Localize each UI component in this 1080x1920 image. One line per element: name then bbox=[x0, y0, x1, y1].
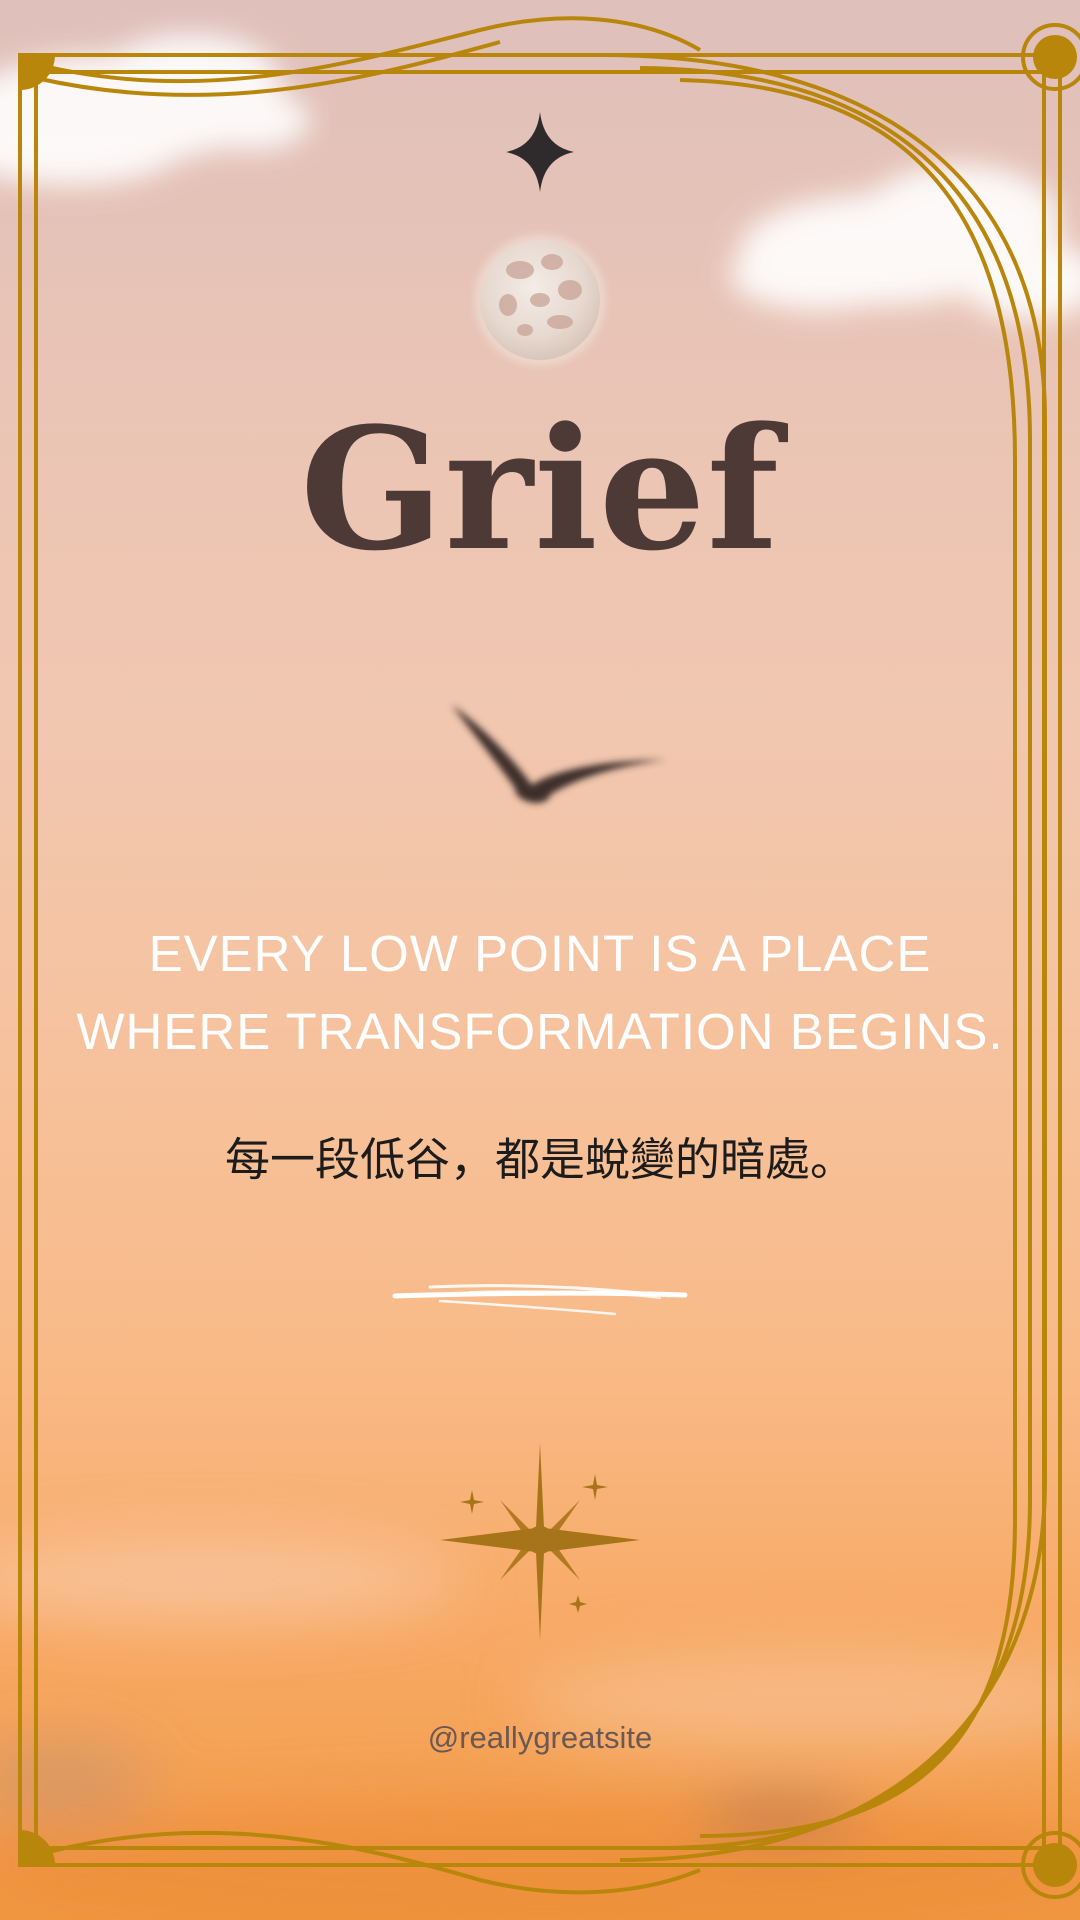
social-handle: @reallygreatsite bbox=[427, 1720, 653, 1755]
poster: Grief EVERY LOW POINT IS A PLACE WHERE T… bbox=[0, 0, 1080, 1920]
sparkle-cluster-icon bbox=[440, 1443, 640, 1640]
